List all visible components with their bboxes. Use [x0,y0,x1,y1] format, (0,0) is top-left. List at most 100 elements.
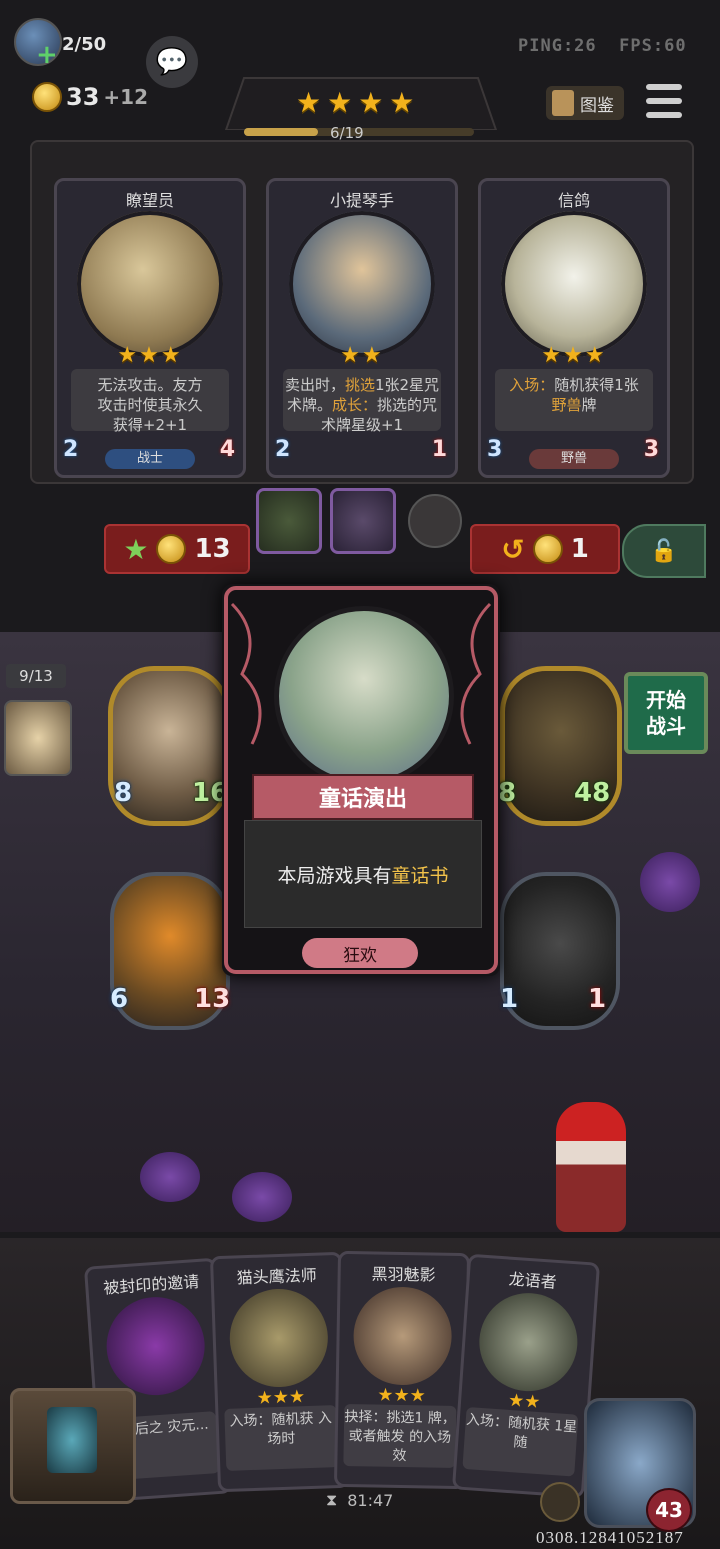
card-name: 龙语者 [508,1269,558,1292]
health-value: 4 [213,435,247,465]
shop-card-lookout[interactable]: 瞭望员 ★★★ 无法攻击。友方 攻击时使其永久 获得+2+1 2 战士 4 [54,178,247,478]
popup-tag: 狂欢 [302,938,418,968]
desc-text: 牌 [581,396,597,414]
player-hero-character[interactable] [556,1102,626,1232]
desc-keyword: 野兽 [551,396,582,414]
codex-label: 图鉴 [580,95,614,116]
fairy-tale-art [274,606,454,786]
population-counter: 2/50 [62,34,107,55]
minion-attack: 1 [500,984,519,1014]
desc-keyword: 入场： [509,376,555,394]
hand-card-dragon-speaker[interactable]: 龙语者 ★★ 入场：随机获 1星随 [451,1253,601,1499]
card-portrait [103,1293,208,1399]
chat-button[interactable]: 💬 [146,36,198,88]
minion-health: 1 [588,984,607,1014]
upgrade-cost: 13 [194,534,231,564]
card-description: 入场：随机获得1张 野兽牌 [495,369,653,431]
shop-card-pigeon[interactable]: 信鸽 ★★★ 入场：随机获得1张 野兽牌 3 野兽 3 [478,178,671,478]
turn-timer-value: 81:47 [347,1490,394,1510]
card-description: 无法攻击。友方 攻击时使其永久 获得+2+1 [71,369,229,434]
chat-icon: 💬 [155,47,189,77]
freeze-button[interactable]: 🔓 [622,524,706,578]
card-name: 黑羽魅影 [371,1264,436,1285]
minion-health: 13 [194,984,231,1014]
gold-display: 33 +12 [32,82,148,112]
hero-turn-counter: 9/13 [6,664,66,688]
minion-attack: 8 [114,778,133,808]
health-value: 1 [425,435,459,465]
hand-card-black-feather[interactable]: 黑羽魅影 ★★★ 抉择：挑选1 牌，或者触发 的入场效 [333,1250,471,1490]
hero-health: 43 [646,1488,692,1532]
gold-income: +12 [103,85,148,109]
game-id: 0308.12841052187 [536,1528,684,1547]
hero-power-icon[interactable] [408,494,462,548]
lock-icon: 🔓 [650,538,678,564]
rose-decoration [232,1172,292,1222]
gold-amount: 33 [66,83,100,111]
upgrade-tavern-button[interactable]: ★ 13 [104,524,250,574]
card-name: 瞭望员 [125,191,174,210]
hand-area: 被封印的邀请 6星后之 灾元... 猫头鹰法师 ★★★ 入场：随机获 入场时 黑… [0,1238,720,1549]
desc-text: 随机获得1张 [554,376,639,394]
menu-icon-line [646,84,682,90]
tier-progress-fill [244,128,318,136]
book-icon [552,90,574,116]
refresh-cost: 1 [570,534,589,564]
card-name: 被封印的邀请 [102,1271,200,1298]
popup-body: 本局游戏具有 童话书 [244,820,482,928]
fps-label: FPS:60 [619,36,687,56]
tavern-tier-stars: ★★★★ [296,86,421,119]
card-name: 小提琴手 [329,191,394,210]
card-name: 信鸽 [557,191,590,210]
menu-icon-line [646,98,682,104]
popup-body-text: 本局游戏具有 [277,864,392,887]
desc-line: 无法攻击。友方 [97,376,203,394]
desc-line: 获得+2+1 [112,416,188,434]
attack-value: 2 [270,435,304,465]
hero-power-button[interactable] [540,1482,580,1522]
card-stars: ★★★ [541,343,607,368]
start-battle-button[interactable]: 开始 战斗 [624,672,708,754]
card-name: 猫头鹰法师 [236,1265,317,1288]
desc-text: 卖出时， [284,376,345,394]
treasure-chest-button[interactable] [10,1388,136,1504]
card-portrait [352,1286,453,1386]
spell-slot[interactable] [256,488,322,554]
card-stars: ★★★ [117,343,183,368]
desc-text: 挑选的咒 [377,396,438,414]
menu-button[interactable] [646,84,682,118]
card-stars: ★★ [340,343,384,368]
hourglass-icon: ⧗ [326,1490,338,1509]
coin-icon [156,534,187,564]
shop-card-violinist[interactable]: 小提琴手 ★★ 卖出时，挑选1张2星咒 术牌。成长：挑选的咒 术牌星级+1 2 1 [266,178,459,478]
opponent-portrait[interactable] [4,700,72,776]
spell-slot[interactable] [330,488,396,554]
rose-decoration [140,1152,200,1202]
card-description: 入场：随机获 入场时 [224,1405,339,1471]
upgrade-arrow-icon: ★ [123,532,149,566]
violinist-portrait [289,211,435,357]
refresh-icon: ↺ [501,532,525,566]
minion-attack: 6 [110,984,129,1014]
health-value: 3 [637,435,671,465]
attack-value: 3 [482,435,516,465]
chest-gem-icon [47,1407,97,1473]
popup-title: 童话演出 [252,774,474,820]
tribe-badge: 野兽 [529,449,619,469]
desc-text: 术牌星级+1 [320,416,404,434]
event-popup[interactable]: 童话演出 本局游戏具有 童话书 狂欢 [222,584,500,976]
start-battle-label: 开始 [646,688,686,712]
minion-attack: 8 [498,778,517,808]
start-battle-label: 战斗 [646,714,686,738]
codex-button[interactable]: 图鉴 [546,86,624,120]
coin-icon [532,534,563,564]
minion-health: 48 [574,778,611,808]
desc-keyword: 成长： [331,396,377,414]
desc-keyword: 挑选 [344,376,375,394]
pigeon-portrait [501,211,647,357]
plus-icon[interactable]: + [36,42,58,68]
hand-card-owl-mage[interactable]: 猫头鹰法师 ★★★ 入场：随机获 入场时 [209,1251,351,1493]
rose-decoration [640,852,700,912]
coin-icon [32,82,62,112]
refresh-shop-button[interactable]: ↺ 1 [470,524,620,574]
